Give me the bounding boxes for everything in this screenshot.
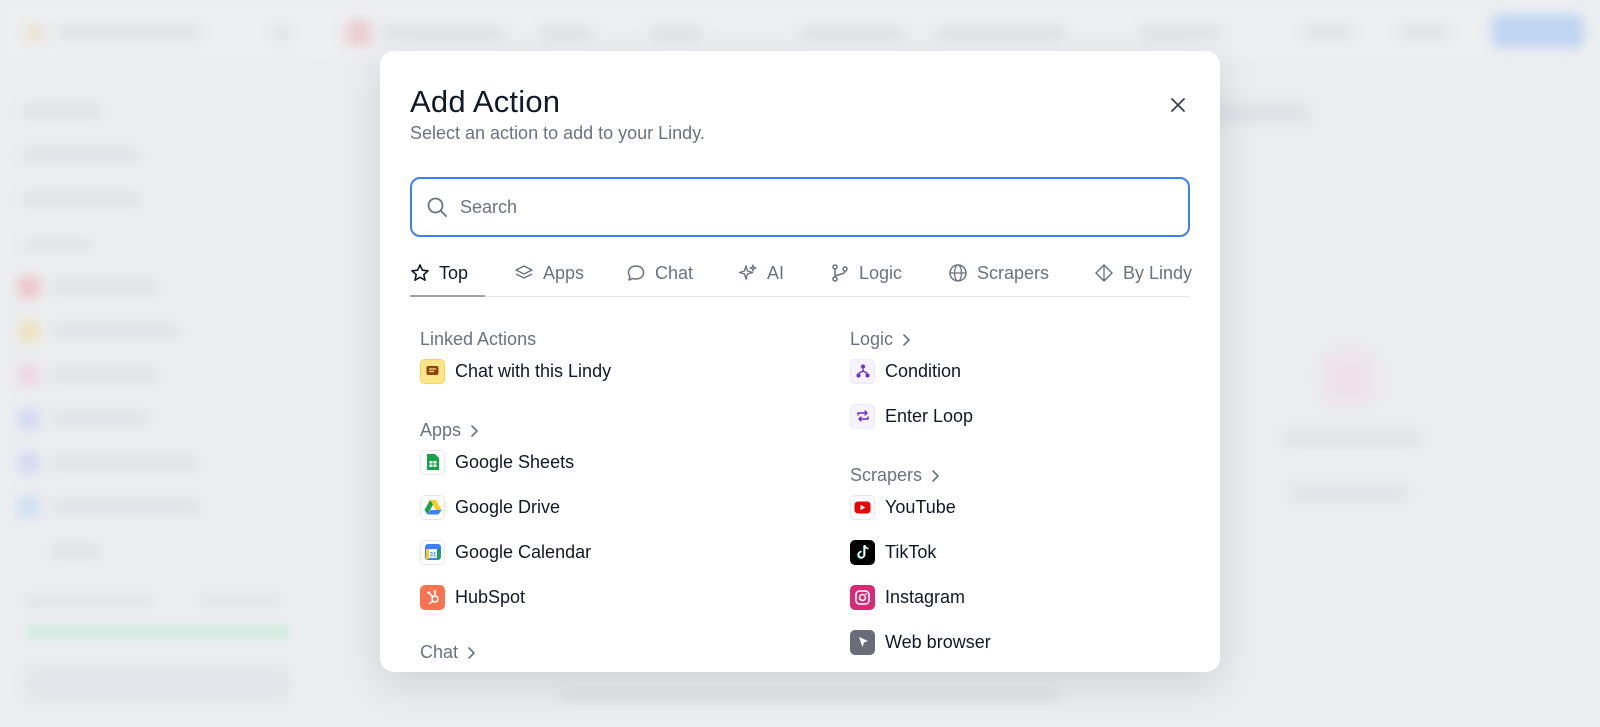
- action-label: Chat with this Lindy: [455, 360, 612, 381]
- add-action-modal: Add Action Select an action to add to yo…: [380, 51, 1220, 672]
- chevron-right-icon: [932, 469, 939, 482]
- tab-apps[interactable]: Apps: [514, 249, 584, 297]
- section-chat[interactable]: Chat: [420, 642, 476, 663]
- youtube-icon: [850, 494, 875, 520]
- action-label: Web browser: [885, 631, 991, 652]
- action-label: Instagram: [885, 586, 966, 607]
- action-chat-with-this-lindy[interactable]: Chat with this Lindy: [420, 356, 611, 386]
- action-hubspot[interactable]: HubSpot: [420, 582, 525, 612]
- git-branch-icon: [832, 264, 848, 282]
- action-enter-loop[interactable]: Enter Loop: [850, 401, 973, 431]
- tab-chat[interactable]: Chat: [626, 249, 693, 297]
- action-instagram[interactable]: Instagram: [850, 582, 965, 612]
- section-apps[interactable]: Apps: [420, 420, 479, 441]
- tab-by-lindy[interactable]: By Lindy: [1094, 249, 1192, 297]
- modal-subtitle: Select an action to add to your Lindy.: [410, 123, 705, 143]
- action-label: YouTube: [885, 496, 956, 517]
- layers-icon: [515, 265, 533, 279]
- instagram-icon: [850, 584, 875, 610]
- sparkles-icon: [738, 264, 757, 280]
- action-label: HubSpot: [455, 586, 526, 607]
- action-youtube[interactable]: YouTube: [850, 492, 956, 522]
- category-tabs: Top Apps Chat AI Logic Scrapers By Lindy: [410, 249, 1192, 297]
- chevron-right-icon: [471, 424, 478, 437]
- section-title: Scrapers: [850, 465, 923, 485]
- section-title: Apps: [420, 420, 462, 440]
- tab-scrapers[interactable]: Scrapers: [948, 249, 1049, 297]
- globe-icon: [949, 264, 967, 282]
- section-title: Logic: [850, 329, 894, 349]
- modal-title: Add Action: [410, 84, 561, 119]
- action-label: Google Calendar: [455, 541, 592, 562]
- action-google-sheets[interactable]: Google Sheets: [420, 447, 574, 477]
- action-label: Enter Loop: [885, 405, 974, 426]
- section-title: Chat: [420, 642, 459, 662]
- search-icon: [426, 196, 448, 218]
- chevron-right-icon: [468, 646, 475, 659]
- hubspot-icon: [420, 584, 445, 610]
- google-sheets-icon: [420, 449, 445, 475]
- loop-icon: [850, 403, 875, 429]
- tab-label: Chat: [655, 262, 694, 283]
- action-condition[interactable]: Condition: [850, 356, 961, 386]
- action-label: Google Sheets: [455, 451, 575, 472]
- chat-bubble-icon: [627, 265, 645, 281]
- tab-label: Top: [439, 262, 469, 283]
- tab-label: AI: [767, 262, 785, 283]
- action-web-browser[interactable]: Web browser: [850, 627, 991, 657]
- close-button[interactable]: [1162, 89, 1194, 121]
- star-icon: [411, 264, 429, 281]
- web-browser-icon: [850, 629, 875, 655]
- close-icon: [1171, 98, 1185, 112]
- condition-icon: [850, 358, 875, 384]
- search-box[interactable]: [410, 177, 1190, 237]
- lindy-chat-icon: [420, 358, 445, 384]
- section-logic[interactable]: Logic: [850, 329, 911, 350]
- tab-ai[interactable]: AI: [738, 249, 784, 297]
- action-google-drive[interactable]: Google Drive: [420, 492, 560, 522]
- search-input[interactable]: [460, 196, 1160, 218]
- tab-label: By Lindy: [1123, 262, 1193, 283]
- action-label: TikTok: [885, 541, 937, 562]
- tab-top[interactable]: Top: [410, 249, 468, 297]
- action-label: Google Drive: [455, 496, 561, 517]
- action-google-calendar[interactable]: 31 Google Calendar: [420, 537, 591, 567]
- action-label: Condition: [885, 360, 962, 381]
- google-calendar-icon: 31: [420, 539, 445, 565]
- tab-label: Logic: [859, 262, 903, 283]
- section-linked-actions: Linked Actions: [420, 329, 536, 350]
- active-tab-indicator: [410, 295, 485, 297]
- lindy-diamond-icon: [1095, 264, 1113, 282]
- chevron-right-icon: [903, 333, 910, 346]
- action-tiktok[interactable]: TikTok: [850, 537, 936, 567]
- section-scrapers[interactable]: Scrapers: [850, 465, 940, 486]
- google-drive-icon: [420, 494, 445, 520]
- tab-label: Scrapers: [977, 262, 1050, 283]
- tab-label: Apps: [543, 262, 585, 283]
- tab-logic[interactable]: Logic: [830, 249, 902, 297]
- svg-text:31: 31: [429, 553, 436, 559]
- section-title: Linked Actions: [420, 329, 537, 349]
- tiktok-icon: [850, 539, 875, 565]
